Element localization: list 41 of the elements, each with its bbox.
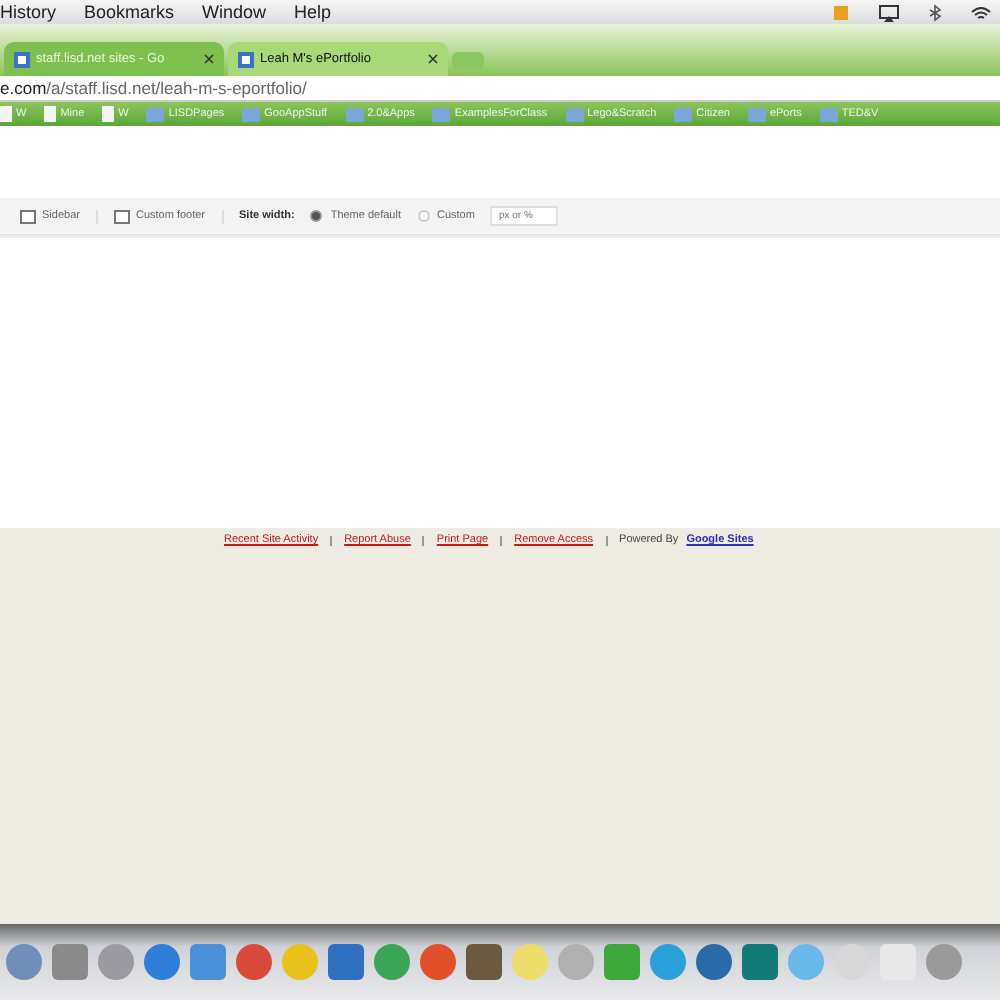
app-icon[interactable] xyxy=(648,942,688,982)
folder-icon xyxy=(345,107,364,121)
app-icon[interactable] xyxy=(602,942,642,982)
close-icon[interactable] xyxy=(428,54,438,64)
close-icon[interactable] xyxy=(204,54,214,64)
folder-icon xyxy=(565,107,584,121)
folder-icon xyxy=(146,107,165,121)
folder-icon xyxy=(747,107,766,121)
app-icon[interactable] xyxy=(464,942,504,982)
layout-icon xyxy=(113,209,130,223)
menu-item[interactable]: Window xyxy=(202,2,267,22)
page-icon xyxy=(14,51,30,67)
app-icon[interactable] xyxy=(924,942,964,982)
page-icon xyxy=(238,51,254,67)
display-icon[interactable] xyxy=(878,3,900,21)
app-icon[interactable] xyxy=(694,942,734,982)
app-icon[interactable] xyxy=(96,942,136,982)
menu-item[interactable]: Help xyxy=(294,2,332,22)
app-icon[interactable] xyxy=(418,942,458,982)
bluetooth-icon[interactable] xyxy=(928,3,942,21)
page-icon xyxy=(102,106,115,122)
wifi-icon[interactable] xyxy=(970,3,992,21)
app-icon[interactable] xyxy=(142,942,182,982)
status-icon[interactable] xyxy=(832,3,850,21)
app-icon[interactable] xyxy=(188,942,228,982)
folder-icon xyxy=(819,107,838,121)
page-icon xyxy=(44,106,57,122)
menu-item[interactable]: History xyxy=(0,2,57,22)
app-icon[interactable] xyxy=(326,942,366,982)
app-icon[interactable] xyxy=(372,942,412,982)
app-icon[interactable] xyxy=(740,942,780,982)
app-icon[interactable] xyxy=(50,942,90,982)
address-bar[interactable]: e.com/a/staff.lisd.net/leah-m-s-eportfolio/ xyxy=(0,76,1000,102)
folder-icon xyxy=(432,107,451,121)
layout-icon xyxy=(20,209,36,223)
app-icon[interactable] xyxy=(234,942,274,982)
folder-icon xyxy=(674,107,693,121)
page-icon xyxy=(0,106,12,122)
folder-icon xyxy=(242,107,261,121)
app-icon[interactable] xyxy=(4,942,44,982)
menu-item[interactable]: Bookmarks xyxy=(84,2,175,22)
